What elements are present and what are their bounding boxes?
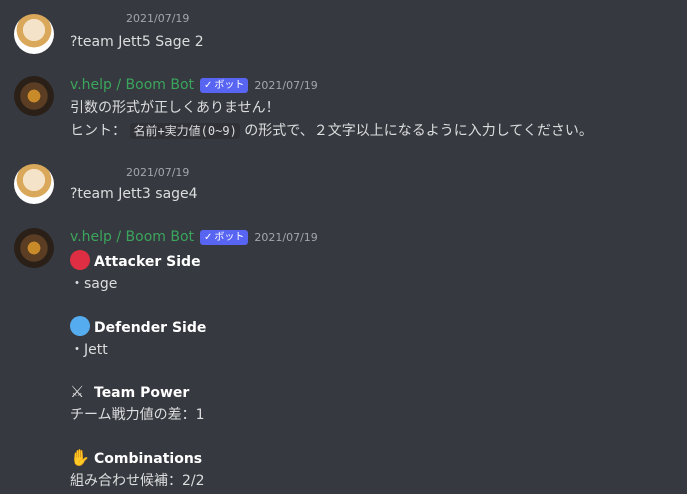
bot-avatar[interactable] — [14, 228, 54, 268]
message-text: ?team Jett3 sage4 — [70, 186, 198, 202]
checkmark-icon: ✓ — [204, 231, 213, 243]
bot-tag-label: ボット — [214, 231, 245, 243]
bot-tag-label: ボット — [214, 79, 245, 91]
username[interactable]: v.help / Boom Bot — [70, 77, 194, 93]
handshake-icon: ✋ — [70, 448, 90, 467]
attacker-value: ・sage — [70, 276, 118, 292]
power-value: チーム戦力値の差：1 — [70, 407, 205, 423]
bot-avatar[interactable] — [14, 76, 54, 116]
checkmark-icon: ✓ — [204, 79, 213, 91]
username[interactable]: v.help / Boom Bot — [70, 229, 194, 245]
message-text: ?team Jett5 Sage 2 — [70, 34, 204, 50]
red-circle-icon — [70, 250, 90, 270]
timestamp: 2021/07/19 — [254, 78, 318, 92]
message-header: 2021/07/19 — [126, 166, 189, 179]
power-heading: ⚔ Team Power — [70, 382, 189, 401]
blue-circle-icon — [70, 316, 90, 336]
defender-title: Defender Side — [94, 320, 207, 336]
message-header: v.help / Boom Bot ✓ ボット 2021/07/19 — [70, 77, 318, 93]
defender-value: ・Jett — [70, 342, 108, 358]
timestamp: 2021/07/19 — [254, 230, 318, 244]
message-line: ヒント： 名前+実力値(0~9) の形式で、２文字以上になるように入力してくださ… — [70, 120, 593, 140]
user-avatar[interactable] — [14, 14, 54, 54]
power-title: Team Power — [94, 385, 190, 401]
user-avatar[interactable] — [14, 164, 54, 204]
message-header: v.help / Boom Bot ✓ ボット 2021/07/19 — [70, 229, 318, 245]
combo-heading: ✋ Combinations — [70, 448, 202, 467]
defender-heading: Defender Side — [70, 316, 206, 336]
combo-value: 組み合わせ候補：2/2 — [70, 473, 205, 489]
crossed-swords-icon: ⚔ — [70, 382, 85, 401]
attacker-heading: Attacker Side — [70, 250, 201, 270]
hint-suffix: の形式で、２文字以上になるように入力してください。 — [244, 123, 593, 139]
attacker-title: Attacker Side — [94, 254, 201, 270]
inline-code: 名前+実力値(0~9) — [130, 123, 240, 139]
bot-tag: ✓ ボット — [200, 229, 249, 245]
timestamp: 2021/07/19 — [126, 12, 190, 25]
timestamp: 2021/07/19 — [126, 166, 190, 179]
message-header: 2021/07/19 — [126, 12, 189, 25]
message-line: 引数の形式が正しくありません！ — [70, 100, 280, 116]
combo-title: Combinations — [94, 451, 203, 467]
bot-tag: ✓ ボット — [200, 77, 249, 93]
hint-prefix: ヒント： — [70, 123, 126, 139]
